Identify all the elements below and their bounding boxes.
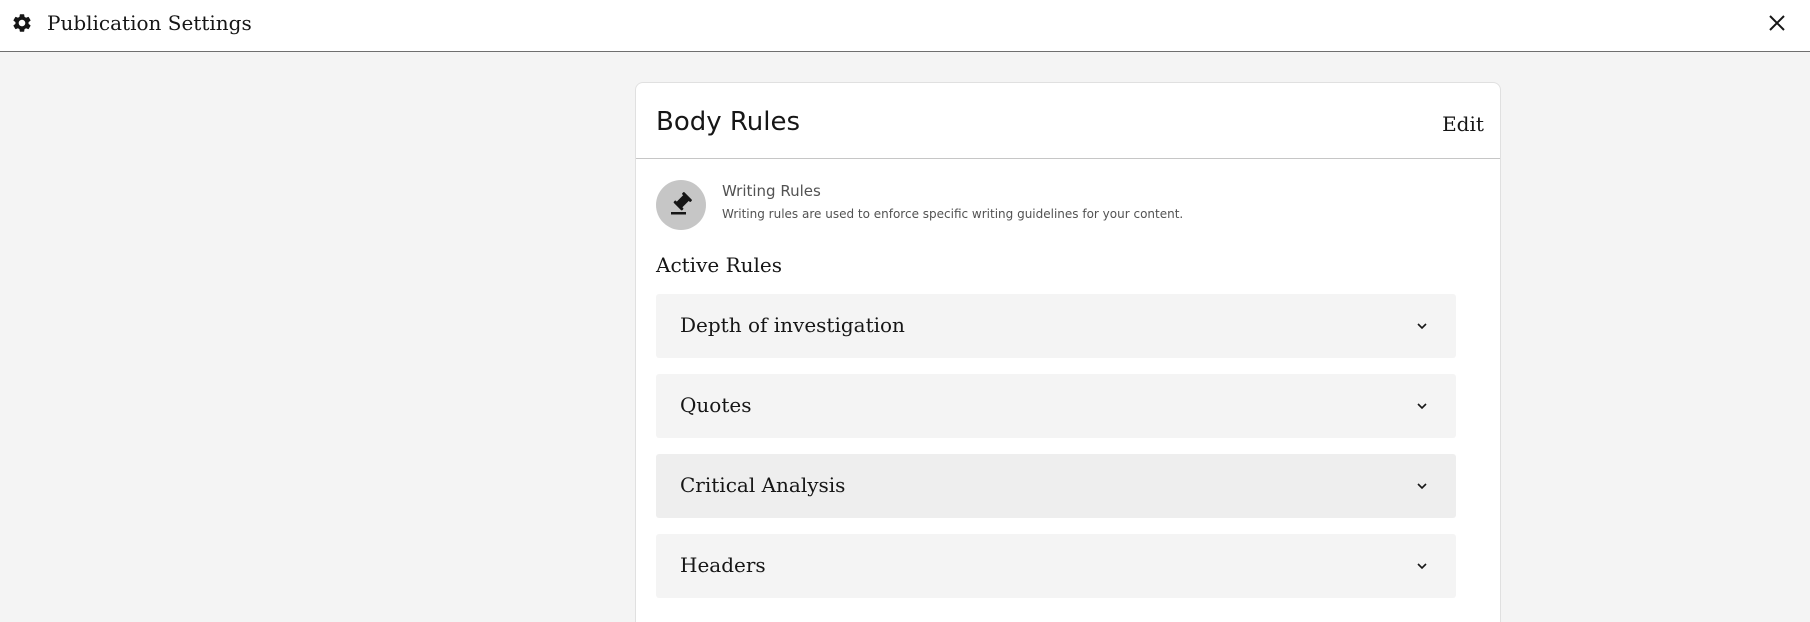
gear-icon — [13, 14, 31, 32]
rule-label: Headers — [680, 553, 766, 577]
writing-rules-avatar — [656, 180, 706, 230]
active-rules-heading: Active Rules — [656, 253, 783, 277]
rule-item-headers[interactable]: Headers — [656, 534, 1456, 598]
edit-button[interactable]: Edit — [1428, 109, 1498, 139]
rule-label: Critical Analysis — [680, 473, 846, 497]
rule-label: Quotes — [680, 393, 752, 417]
info-title: Writing Rules — [722, 182, 821, 200]
window-title: Publication Settings — [47, 11, 252, 35]
top-bar: Publication Settings — [0, 0, 1810, 52]
chevron-down-icon — [1417, 483, 1427, 490]
info-description: Writing rules are used to enforce specif… — [722, 207, 1184, 221]
chevron-down-icon — [1417, 323, 1427, 330]
body-rules-card: Body Rules Edit Writing Rules Writing ru… — [635, 82, 1501, 622]
rule-item-quotes[interactable]: Quotes — [656, 374, 1456, 438]
rule-label: Depth of investigation — [680, 313, 905, 337]
card-header: Body Rules Edit — [636, 83, 1500, 159]
rule-item-depth-of-investigation[interactable]: Depth of investigation — [656, 294, 1456, 358]
chevron-down-icon — [1417, 563, 1427, 570]
close-icon — [1769, 15, 1785, 31]
rule-item-critical-analysis[interactable]: Critical Analysis — [656, 454, 1456, 518]
gavel-icon — [671, 192, 692, 215]
close-button[interactable] — [1760, 6, 1794, 40]
card-title: Body Rules — [656, 107, 801, 137]
chevron-down-icon — [1417, 403, 1427, 410]
